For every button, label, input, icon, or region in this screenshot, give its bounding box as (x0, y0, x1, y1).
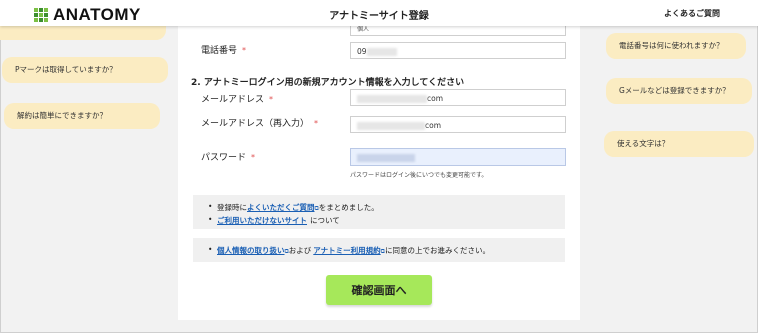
password-label: パスワード * (201, 153, 256, 163)
email-field[interactable]: com (350, 89, 566, 106)
password-hint: パスワードはログイン後にいつでも変更可能です。 (350, 172, 488, 179)
consent-line: 個人情報の取り扱い⧉およびアナトミー利用規約⧉に同意の上でお進みください。 (208, 245, 565, 256)
password-field[interactable] (350, 148, 566, 166)
email-confirm-field[interactable]: com (350, 116, 566, 133)
email-label: メールアドレス * (201, 95, 274, 105)
privacy-policy-link[interactable]: 個人情報の取り扱い (217, 246, 285, 255)
page-title: アナトミーサイト登録 (329, 11, 429, 22)
unsupported-sites-link[interactable]: ご利用いただけないサイト (217, 216, 307, 225)
faq-bubble-phone-usage[interactable]: 電話番号は何に使われますか？ (606, 33, 746, 59)
notice-unsupported-line: ご利用いただけないサイトについて (208, 215, 565, 226)
redacted-value (357, 122, 425, 130)
phone-field[interactable]: 09 (350, 42, 566, 59)
redacted-value (366, 48, 397, 56)
consent-notice-box: 個人情報の取り扱い⧉およびアナトミー利用規約⧉に同意の上でお進みください。 (193, 238, 565, 262)
redacted-value (357, 95, 427, 103)
email-confirm-label: メールアドレス（再入力） * (201, 119, 319, 129)
faq-notice-box: 登録時によくいただくご質問⧉をまとめました。 ご利用いただけないサイトについて (193, 195, 565, 229)
faq-bubble-cancel[interactable]: 解約は簡単にできますか？ (4, 103, 160, 129)
confirm-button[interactable]: 確認画面へ (326, 275, 432, 305)
faq-bubble-pmark[interactable]: Pマークは取得していますか？ (2, 57, 168, 83)
phone-label: 電話番号 * (201, 46, 247, 56)
faq-bubble-characters[interactable]: 使える文字は？ (604, 131, 754, 157)
faq-link[interactable]: よくいただくご質問 (247, 203, 315, 212)
faq-header-link[interactable]: よくあるご質問 (664, 8, 720, 19)
faq-bubble-gmail[interactable]: Gメールなどは登録できますか？ (606, 78, 752, 104)
section-title: 2. アナトミーログイン用の新規アカウント情報を入力してください (191, 78, 465, 88)
terms-link[interactable]: アナトミー利用規約 (313, 246, 380, 255)
notice-faq-line: 登録時によくいただくご質問⧉をまとめました。 (208, 202, 565, 213)
site-header: ANATOMY アナトミーサイト登録 よくあるご質問 (0, 0, 758, 26)
redacted-value (357, 154, 415, 162)
